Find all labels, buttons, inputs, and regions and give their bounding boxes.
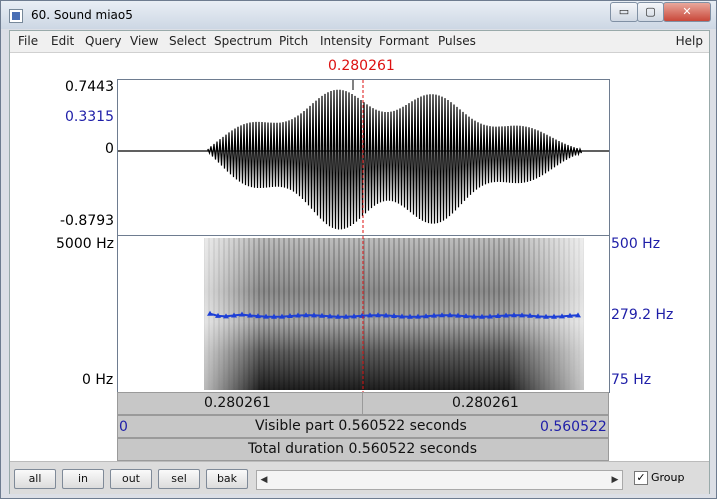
menu-pulses[interactable]: Pulses	[438, 34, 476, 48]
group-checkbox[interactable]: ✓	[634, 471, 648, 485]
waveform-panel[interactable]	[117, 79, 610, 237]
menu-help[interactable]: Help	[676, 34, 703, 48]
waveform-canvas	[118, 80, 609, 236]
time-bar-left[interactable]: 0.280261	[117, 392, 363, 415]
spectrogram-canvas	[204, 236, 584, 392]
wave-min-label: -0.8793	[60, 213, 115, 229]
visible-start-label: 0	[119, 419, 128, 435]
zoom-all-button[interactable]: all	[14, 469, 56, 489]
pitch-cursor-label: 279.2 Hz	[611, 307, 674, 323]
menu-formant[interactable]: Formant	[379, 34, 429, 48]
time-bar-right-label: 0.280261	[452, 395, 519, 411]
menu-spectrum[interactable]: Spectrum	[214, 34, 272, 48]
time-bar-right[interactable]: 0.280261	[362, 392, 609, 415]
wave-zero-label: 0	[105, 141, 114, 157]
menu-query[interactable]: Query	[85, 34, 121, 48]
editor-client: File Edit Query View Select Spectrum Pit…	[9, 30, 710, 494]
cursor-time-label: 0.280261	[328, 58, 395, 74]
menu-view[interactable]: View	[130, 34, 158, 48]
zoom-back-button[interactable]: bak	[206, 469, 248, 489]
spec-top-freq-label: 5000 Hz	[56, 236, 114, 252]
zoom-in-button[interactable]: in	[62, 469, 104, 489]
menu-edit[interactable]: Edit	[51, 34, 74, 48]
visible-part-bar[interactable]: Visible part 0.560522 seconds	[117, 415, 609, 438]
total-duration-bar[interactable]: Total duration 0.560522 seconds	[117, 438, 609, 461]
scroll-right-icon[interactable]: ▶	[608, 471, 622, 489]
time-bar-left-label: 0.280261	[204, 395, 271, 411]
visible-end-label: 0.560522	[540, 419, 607, 435]
total-duration-label: Total duration 0.560522 seconds	[248, 441, 477, 457]
pitch-bottom-label: 75 Hz	[611, 372, 652, 388]
pitch-top-label: 500 Hz	[611, 236, 661, 252]
scroll-left-icon[interactable]: ◀	[257, 471, 271, 489]
spec-bottom-freq-label: 0 Hz	[82, 372, 114, 388]
title-bar: 60. Sound miao5 ▭ ▢ ✕	[1, 1, 716, 29]
visible-part-label: Visible part 0.560522 seconds	[255, 418, 467, 434]
app-icon	[9, 9, 23, 23]
time-scrollbar[interactable]: ◀ ▶	[256, 470, 623, 490]
bottom-toolbar: all in out sel bak ◀ ▶ ✓ Group	[10, 461, 709, 494]
menu-intensity[interactable]: Intensity	[320, 34, 372, 48]
zoom-selection-button[interactable]: sel	[158, 469, 200, 489]
zoom-out-button[interactable]: out	[110, 469, 152, 489]
spectrogram-panel[interactable]	[117, 235, 610, 393]
window-title: 60. Sound miao5	[31, 8, 133, 22]
wave-max-label: 0.7443	[65, 79, 114, 95]
menu-select[interactable]: Select	[169, 34, 206, 48]
wave-cursor-value-label: 0.3315	[65, 109, 114, 125]
group-label: Group	[651, 471, 685, 484]
menu-bar: File Edit Query View Select Spectrum Pit…	[10, 31, 709, 53]
close-button[interactable]: ✕	[663, 2, 711, 22]
menu-file[interactable]: File	[18, 34, 38, 48]
maximize-button[interactable]: ▢	[637, 2, 664, 22]
menu-pitch[interactable]: Pitch	[279, 34, 308, 48]
minimize-button[interactable]: ▭	[610, 2, 638, 22]
praat-sound-window: 60. Sound miao5 ▭ ▢ ✕ File Edit Query Vi…	[0, 0, 717, 499]
